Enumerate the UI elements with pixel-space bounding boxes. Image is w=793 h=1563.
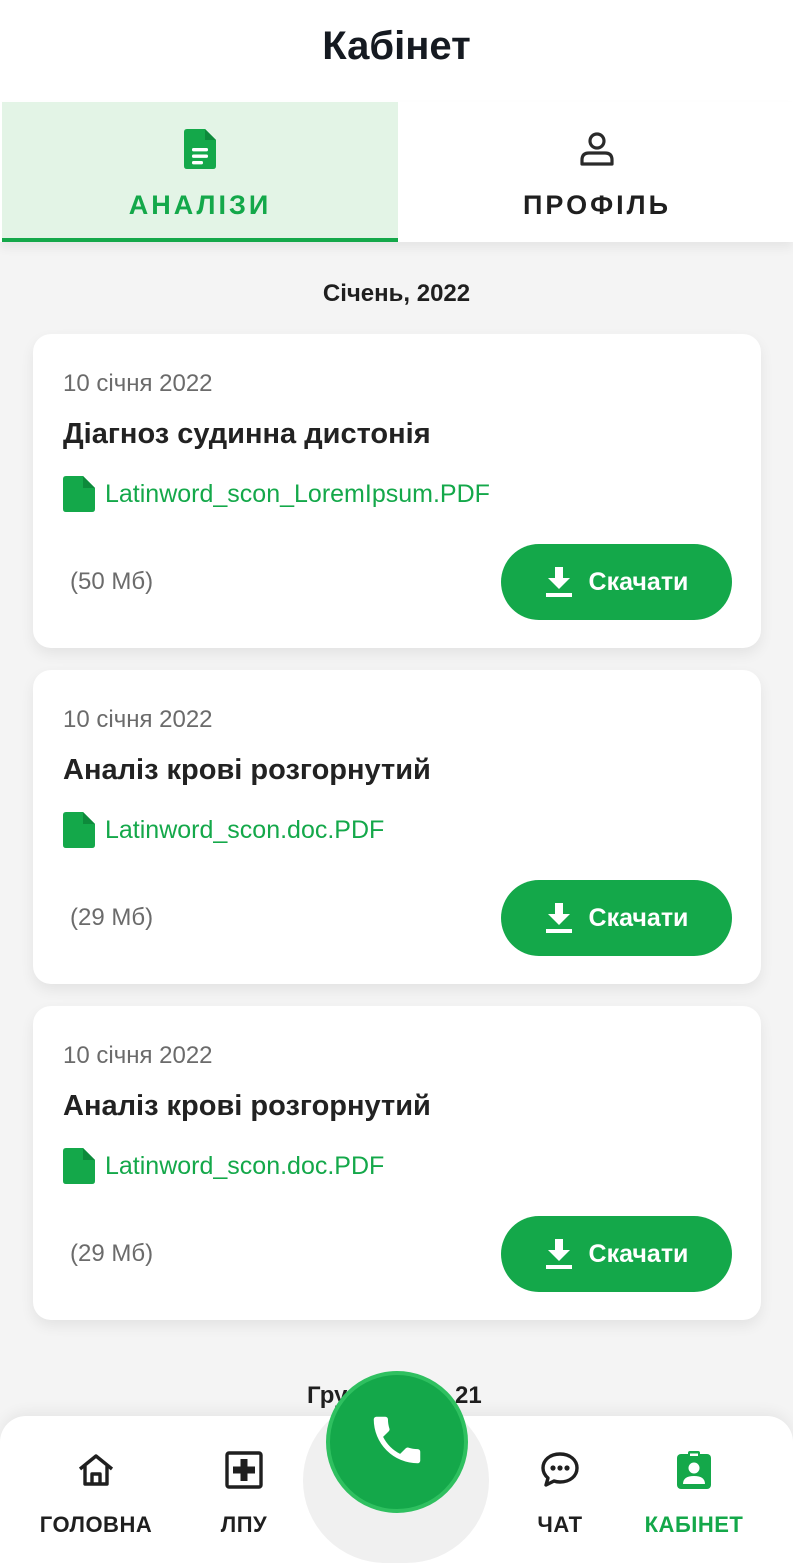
file-size: (29 Мб) [70, 904, 154, 931]
file-link[interactable]: Latinword_scon.doc.PDF [63, 812, 384, 848]
nav-label: ЧАТ [537, 1512, 583, 1537]
file-icon [63, 1148, 95, 1184]
hospital-cross-icon [225, 1451, 263, 1489]
analysis-card[interactable]: 10 січня 2022 Діагноз судинна дистонія L… [33, 334, 761, 648]
file-icon [63, 476, 95, 512]
analysis-title: Аналіз крові розгорнутий [63, 754, 431, 786]
analysis-date: 10 січня 2022 [63, 1042, 213, 1069]
analysis-date: 10 січня 2022 [63, 370, 213, 397]
nav-label: ЛПУ [220, 1512, 268, 1537]
download-icon [545, 903, 573, 933]
nav-item-chat[interactable]: ЧАТ [510, 1416, 610, 1563]
analysis-title: Аналіз крові розгорнутий [63, 1090, 431, 1122]
user-icon [580, 128, 614, 170]
page-title: Кабінет [322, 24, 471, 68]
download-label: Скачати [588, 903, 689, 932]
analysis-card[interactable]: 10 січня 2022 Аналіз крові розгорнутий L… [33, 1006, 761, 1320]
home-icon [78, 1452, 114, 1488]
file-link[interactable]: Latinword_scon.doc.PDF [63, 1148, 384, 1184]
call-button[interactable] [326, 1371, 468, 1513]
file-size: (50 Мб) [70, 568, 154, 595]
month-heading-partial-right: 21 [455, 1382, 482, 1409]
tab-analyses-label: АНАЛІЗИ [128, 190, 272, 220]
file-size: (29 Мб) [70, 1240, 154, 1267]
tab-analyses[interactable]: АНАЛІЗИ [2, 102, 398, 242]
month-heading: Січень, 2022 [322, 280, 471, 307]
badge-icon [677, 1451, 711, 1489]
nav-label: КАБІНЕТ [644, 1512, 744, 1537]
file-link[interactable]: Latinword_scon_LoremIpsum.PDF [63, 476, 490, 512]
chat-icon [541, 1452, 579, 1488]
analysis-date: 10 січня 2022 [63, 706, 213, 733]
file-name: Latinword_scon.doc.PDF [105, 815, 385, 844]
document-icon [184, 128, 216, 170]
phone-icon [366, 1409, 428, 1476]
nav-item-home[interactable]: ГОЛОВНА [28, 1416, 164, 1563]
analysis-title: Діагноз судинна дистонія [63, 418, 431, 450]
tab-profile-label: ПРОФІЛЬ [523, 190, 671, 220]
nav-item-lpu[interactable]: ЛПУ [194, 1416, 294, 1563]
download-button[interactable]: Скачати [501, 544, 732, 620]
file-name: Latinword_scon.doc.PDF [105, 1151, 385, 1180]
analyses-list[interactable]: Січень, 2022 10 січня 2022 Діагноз судин… [0, 242, 793, 1563]
app-header: Кабінет [0, 0, 793, 100]
download-button[interactable]: Скачати [501, 1216, 732, 1292]
download-icon [545, 1239, 573, 1269]
file-icon [63, 812, 95, 848]
nav-item-cabinet[interactable]: КАБІНЕТ [636, 1416, 752, 1563]
tab-profile[interactable]: ПРОФІЛЬ [399, 102, 793, 242]
download-icon [545, 567, 573, 597]
download-label: Скачати [588, 567, 689, 596]
analysis-card[interactable]: 10 січня 2022 Аналіз крові розгорнутий L… [33, 670, 761, 984]
download-button[interactable]: Скачати [501, 880, 732, 956]
file-name: Latinword_scon_LoremIpsum.PDF [105, 479, 490, 508]
tab-bar: АНАЛІЗИ ПРОФІЛЬ [0, 102, 793, 242]
download-label: Скачати [588, 1239, 689, 1268]
nav-label: ГОЛОВНА [39, 1512, 153, 1537]
